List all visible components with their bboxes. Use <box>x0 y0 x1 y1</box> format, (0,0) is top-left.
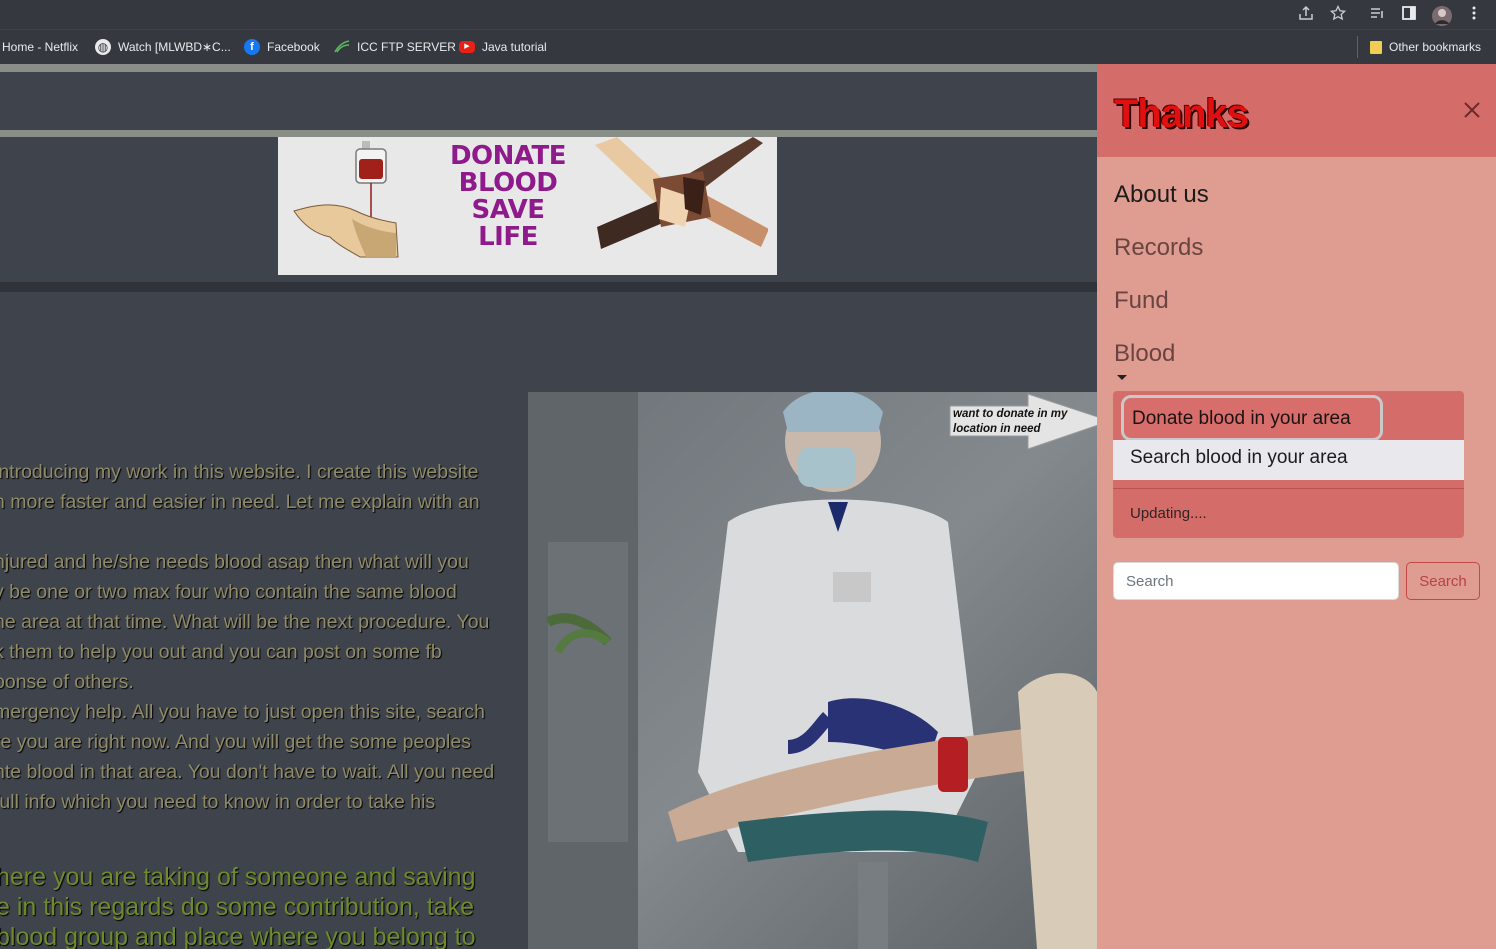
search-input[interactable] <box>1113 562 1399 600</box>
article-line: ponse of others. <box>0 671 134 693</box>
article-line: full info which you need to know in orde… <box>0 791 436 813</box>
bookmark-icc-ftp[interactable]: ICC FTP SERVER <box>334 38 456 56</box>
profile-avatar-icon[interactable] <box>1431 5 1452 26</box>
bookmark-label: ICC FTP SERVER <box>357 40 456 54</box>
bookmark-label: Home - Netflix <box>2 40 79 54</box>
dropdown-item-label: Donate blood in your area <box>1132 408 1351 429</box>
article-line <box>0 517 524 547</box>
section-divider <box>0 282 1097 292</box>
youtube-icon: ▶ <box>459 41 475 53</box>
nav-link-records[interactable]: Records <box>1114 234 1203 262</box>
facebook-icon: f <box>244 39 260 55</box>
article-line: re you are right now. And you will get t… <box>0 731 471 753</box>
banner-line: BLOOD <box>458 168 558 198</box>
nurse-blood-draw-photo <box>528 392 1097 949</box>
highlight-line: here you are taking of someone and savin… <box>0 863 476 891</box>
article-body: introducing my work in this website. I c… <box>0 457 524 817</box>
reading-list-icon[interactable] <box>1367 5 1387 25</box>
bookmark-mlwbd[interactable]: ◍ Watch [MLWBD∗C... <box>95 38 231 56</box>
blood-dropdown-menu: Donate blood in your area Search blood i… <box>1113 391 1464 538</box>
navbar-border <box>0 64 1097 72</box>
offcanvas-header: Thanks <box>1097 64 1496 157</box>
banner-heading: DONATE BLOOD SAVE LIFE <box>448 143 568 251</box>
callout-text: want to donate in my location in need <box>953 408 1068 435</box>
banner-line: DONATE <box>449 141 567 171</box>
dropdown-divider <box>1113 488 1464 489</box>
bookmark-java-tutorial[interactable]: ▶ Java tutorial <box>459 38 547 56</box>
dropdown-item-label: Search blood in your area <box>1130 447 1348 468</box>
article-line: mergency help. All you have to just open… <box>0 701 486 723</box>
donate-banner: DONATE BLOOD SAVE LIFE <box>278 137 777 275</box>
bookmark-label: Java tutorial <box>482 40 547 54</box>
highlight-line: e in this regards do some contribution, … <box>0 893 475 921</box>
article-highlight: here you are taking of someone and savin… <box>0 862 516 949</box>
star-icon[interactable] <box>1328 4 1348 25</box>
hands-illustration <box>595 137 768 249</box>
bookmark-netflix[interactable]: Home - Netflix <box>2 38 78 56</box>
folder-icon <box>1370 40 1382 54</box>
menu-kebab-icon[interactable] <box>1464 5 1484 25</box>
annotation-callout: want to donate in my location in need <box>949 393 1097 451</box>
leaf-icon <box>334 39 350 55</box>
dropdown-caret-icon[interactable] <box>1117 375 1127 380</box>
bookmark-label: Watch [MLWBD∗C... <box>118 40 231 54</box>
banner-line: LIFE <box>478 222 538 252</box>
close-icon[interactable] <box>1461 100 1483 122</box>
share-icon[interactable] <box>1296 5 1316 25</box>
page-content: DONATE BLOOD SAVE LIFE introducing my wo… <box>0 64 1097 949</box>
navbar <box>0 72 1097 130</box>
dropdown-item-updating[interactable]: Updating.... <box>1130 505 1207 522</box>
browser-toolbar <box>0 0 1496 29</box>
nav-link-blood[interactable]: Blood <box>1114 340 1175 368</box>
offcanvas-sidebar: Thanks About us Records Fund Blood Donat… <box>1097 64 1496 949</box>
article-line: k them to help you out and you can post … <box>0 641 442 663</box>
article-line: y be one or two max four who contain the… <box>0 581 457 603</box>
dropdown-item-donate[interactable]: Donate blood in your area <box>1121 395 1383 441</box>
side-panel-icon[interactable] <box>1399 5 1419 25</box>
dropdown-item-search[interactable]: Search blood in your area <box>1113 440 1464 480</box>
search-button[interactable]: Search <box>1406 562 1480 600</box>
highlight-line: blood group and place where you belong t… <box>0 923 476 949</box>
blood-bag-illustration <box>293 141 399 258</box>
other-bookmarks-label: Other bookmarks <box>1389 40 1482 54</box>
article-line: he area at that time. What will be the n… <box>0 611 490 633</box>
article-line: njured and he/she needs blood asap then … <box>0 551 469 573</box>
bookmarks-bar: Home - Netflix ◍ Watch [MLWBD∗C... f Fac… <box>0 29 1496 64</box>
bookmark-facebook[interactable]: f Facebook <box>244 38 320 56</box>
bookmark-label: Facebook <box>267 40 320 54</box>
offcanvas-title: Thanks <box>1114 92 1249 136</box>
bookmarks-divider <box>1357 36 1358 58</box>
article-line: nte blood in that area. You don't have t… <box>0 761 495 783</box>
article-line: introducing my work in this website. I c… <box>0 461 479 483</box>
navbar-border-bottom <box>0 130 1097 137</box>
article-line: n more faster and easier in need. Let me… <box>0 491 480 513</box>
nav-link-about-us[interactable]: About us <box>1114 181 1209 209</box>
other-bookmarks[interactable]: Other bookmarks <box>1370 38 1481 56</box>
globe-icon: ◍ <box>95 39 111 55</box>
nav-link-fund[interactable]: Fund <box>1114 287 1169 315</box>
banner-line: SAVE <box>471 195 545 225</box>
